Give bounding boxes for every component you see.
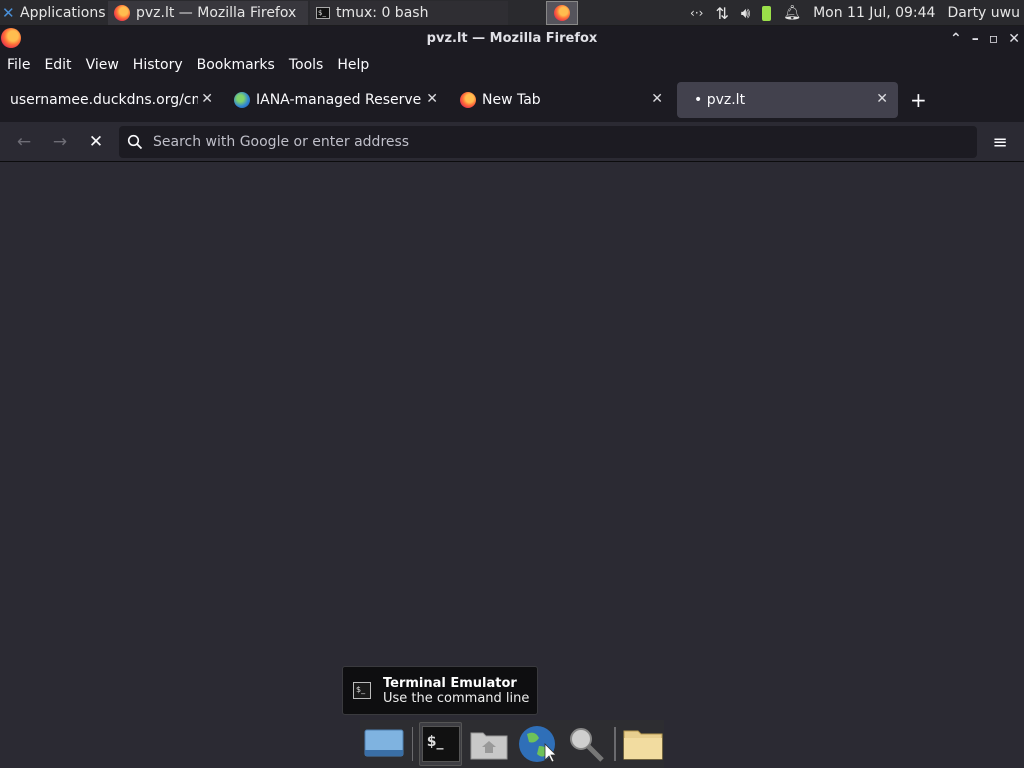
close-tab-icon[interactable]: ✕ bbox=[876, 91, 888, 107]
user-name[interactable]: Darty uwu bbox=[947, 5, 1020, 21]
tab-pvz[interactable]: • pvz.lt ✕ bbox=[677, 82, 898, 118]
tooltip-title: Terminal Emulator bbox=[383, 675, 517, 691]
tab-iana[interactable]: IANA-managed Reserved ✕ bbox=[234, 82, 440, 118]
shade-window-icon[interactable]: ⌃ bbox=[950, 31, 962, 47]
taskbar-item-label: pvz.lt — Mozilla Firefox bbox=[136, 4, 297, 21]
applications-menu[interactable]: ✕ Applications bbox=[0, 0, 108, 26]
taskbar-item-label: tmux: 0 bash bbox=[336, 4, 429, 21]
back-arrow-icon[interactable]: ← bbox=[12, 130, 36, 154]
dock-terminal[interactable]: $_ bbox=[419, 722, 463, 766]
desktop-icon bbox=[364, 729, 404, 757]
firefox-icon bbox=[554, 5, 570, 21]
notification-bell-icon[interactable]: 🔔︎ bbox=[783, 5, 801, 21]
terminal-icon: $_ bbox=[421, 726, 460, 762]
top-panel: ✕ Applications pvz.lt — Mozilla Firefox … bbox=[0, 0, 1024, 26]
terminal-icon: $_ bbox=[316, 6, 330, 19]
navigation-toolbar: ← → ✕ Search with Google or enter addres… bbox=[0, 122, 1024, 162]
url-bar[interactable]: Search with Google or enter address bbox=[119, 126, 977, 158]
web-browser-globe-icon bbox=[518, 726, 557, 763]
dock-folder[interactable] bbox=[622, 722, 665, 766]
firefox-window-icon bbox=[1, 28, 21, 48]
window-titlebar[interactable]: pvz.lt — Mozilla Firefox ⌃ – ▫ ✕ bbox=[0, 26, 1024, 51]
dock: $_ bbox=[360, 720, 664, 768]
clock[interactable]: Mon 11 Jul, 09:44 bbox=[813, 5, 935, 21]
network-arrows-icon[interactable]: ‹·› bbox=[690, 6, 703, 20]
dock-separator bbox=[411, 727, 414, 761]
menu-bookmarks[interactable]: Bookmarks bbox=[190, 57, 282, 73]
tab-label: IANA-managed Reserved bbox=[256, 92, 422, 108]
firefox-icon bbox=[460, 92, 476, 108]
dock-tooltip: $_ Terminal Emulator Use the command lin… bbox=[342, 666, 538, 715]
tooltip-subtitle: Use the command line bbox=[383, 690, 530, 706]
menu-bar: File Edit View History Bookmarks Tools H… bbox=[0, 51, 1024, 78]
tab-label: • pvz.lt bbox=[694, 92, 746, 108]
magnifier-icon bbox=[570, 728, 605, 762]
taskbar-item-firefox[interactable]: pvz.lt — Mozilla Firefox bbox=[108, 0, 308, 25]
globe-icon bbox=[234, 92, 250, 108]
tab-duckdns[interactable]: usernamee.duckdns.org/cm ✕ bbox=[10, 82, 215, 118]
folder-icon bbox=[623, 730, 663, 760]
transfer-icon[interactable]: ⇅ bbox=[715, 4, 728, 23]
hamburger-menu-icon[interactable]: ≡ bbox=[988, 130, 1012, 154]
dock-separator bbox=[613, 727, 616, 761]
minimize-window-icon[interactable]: – bbox=[972, 31, 979, 47]
close-window-icon[interactable]: ✕ bbox=[1008, 31, 1020, 47]
new-tab-plus-icon[interactable]: + bbox=[910, 88, 927, 112]
dock-home-folder[interactable] bbox=[468, 722, 511, 766]
xfce-logo-icon: ✕ bbox=[2, 3, 15, 22]
maximize-window-icon[interactable]: ▫ bbox=[989, 31, 999, 47]
search-icon bbox=[127, 134, 143, 150]
menu-edit[interactable]: Edit bbox=[37, 57, 78, 73]
volume-icon[interactable]: 🔊︎ bbox=[741, 4, 750, 22]
system-tray: ‹·› ⇅ 🔊︎ 🔔︎ Mon 11 Jul, 09:44 Darty uwu bbox=[690, 0, 1024, 26]
workspace-firefox-button[interactable] bbox=[546, 1, 578, 25]
applications-label: Applications bbox=[20, 4, 106, 21]
tab-strip: usernamee.duckdns.org/cm ✕ IANA-managed … bbox=[0, 78, 1024, 122]
terminal-icon: $_ bbox=[353, 682, 371, 699]
close-tab-icon[interactable]: ✕ bbox=[201, 91, 213, 107]
home-folder-icon bbox=[470, 732, 508, 760]
stop-loading-icon[interactable]: ✕ bbox=[84, 130, 108, 154]
close-tab-icon[interactable]: ✕ bbox=[651, 91, 663, 107]
menu-help[interactable]: Help bbox=[330, 57, 376, 73]
tab-label: New Tab bbox=[482, 92, 541, 108]
taskbar-item-tmux[interactable]: $_ tmux: 0 bash bbox=[310, 0, 508, 25]
dock-search[interactable] bbox=[565, 722, 608, 766]
menu-history[interactable]: History bbox=[126, 57, 190, 73]
close-tab-icon[interactable]: ✕ bbox=[426, 91, 438, 107]
url-input-placeholder: Search with Google or enter address bbox=[153, 134, 410, 150]
battery-icon[interactable] bbox=[762, 5, 772, 21]
menu-tools[interactable]: Tools bbox=[282, 57, 331, 73]
dock-show-desktop[interactable] bbox=[363, 722, 406, 766]
tab-label: usernamee.duckdns.org/cm bbox=[10, 92, 198, 108]
forward-arrow-icon[interactable]: → bbox=[48, 130, 72, 154]
menu-file[interactable]: File bbox=[0, 57, 37, 73]
dock-web-browser[interactable] bbox=[517, 722, 560, 766]
firefox-icon bbox=[114, 4, 130, 21]
window-title: pvz.lt — Mozilla Firefox bbox=[426, 31, 598, 46]
tab-new-tab[interactable]: New Tab ✕ bbox=[460, 82, 665, 118]
menu-view[interactable]: View bbox=[79, 57, 126, 73]
